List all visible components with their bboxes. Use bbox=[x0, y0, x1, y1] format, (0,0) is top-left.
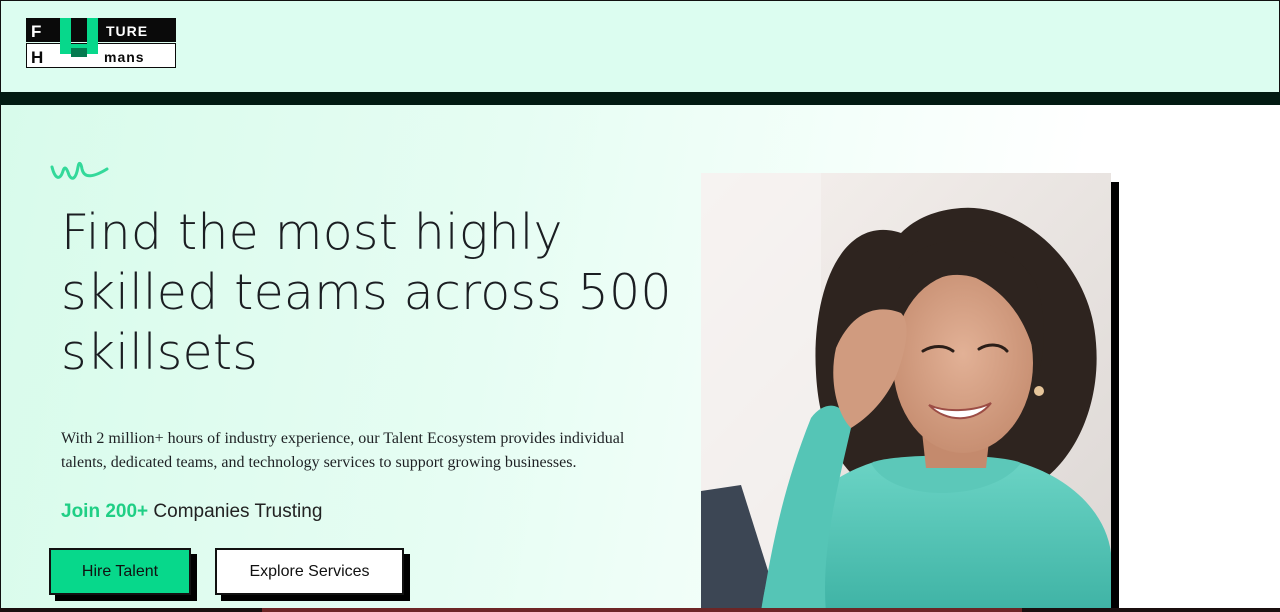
woman-at-laptop-photo-icon bbox=[701, 173, 1111, 612]
trust-line: Join 200+ Companies Trusting bbox=[61, 499, 322, 525]
hero-headline: Find the most highly skilled teams acros… bbox=[61, 204, 672, 381]
svg-text:H: H bbox=[31, 48, 43, 67]
hire-talent-button[interactable]: Hire Talent bbox=[49, 548, 191, 595]
bottom-accent-line bbox=[262, 608, 1022, 612]
svg-text:mans: mans bbox=[104, 49, 145, 65]
trust-rest: Companies Trusting bbox=[148, 501, 323, 522]
site-header: F TURE H mans bbox=[0, 0, 1280, 92]
trust-accent: Join 200+ bbox=[61, 501, 149, 522]
explore-services-button-wrap: Explore Services bbox=[215, 548, 410, 601]
page: F TURE H mans Find the most highly skill… bbox=[0, 0, 1280, 612]
explore-services-button[interactable]: Explore Services bbox=[215, 548, 404, 595]
svg-text:F: F bbox=[31, 22, 41, 41]
hire-talent-button-wrap: Hire Talent bbox=[49, 548, 197, 601]
future-humans-logo[interactable]: F TURE H mans bbox=[26, 18, 176, 68]
header-divider-bar bbox=[0, 92, 1280, 105]
hero-description: With 2 million+ hours of industry experi… bbox=[61, 430, 625, 471]
squiggle-icon bbox=[50, 161, 109, 180]
svg-text:TURE: TURE bbox=[106, 23, 148, 39]
